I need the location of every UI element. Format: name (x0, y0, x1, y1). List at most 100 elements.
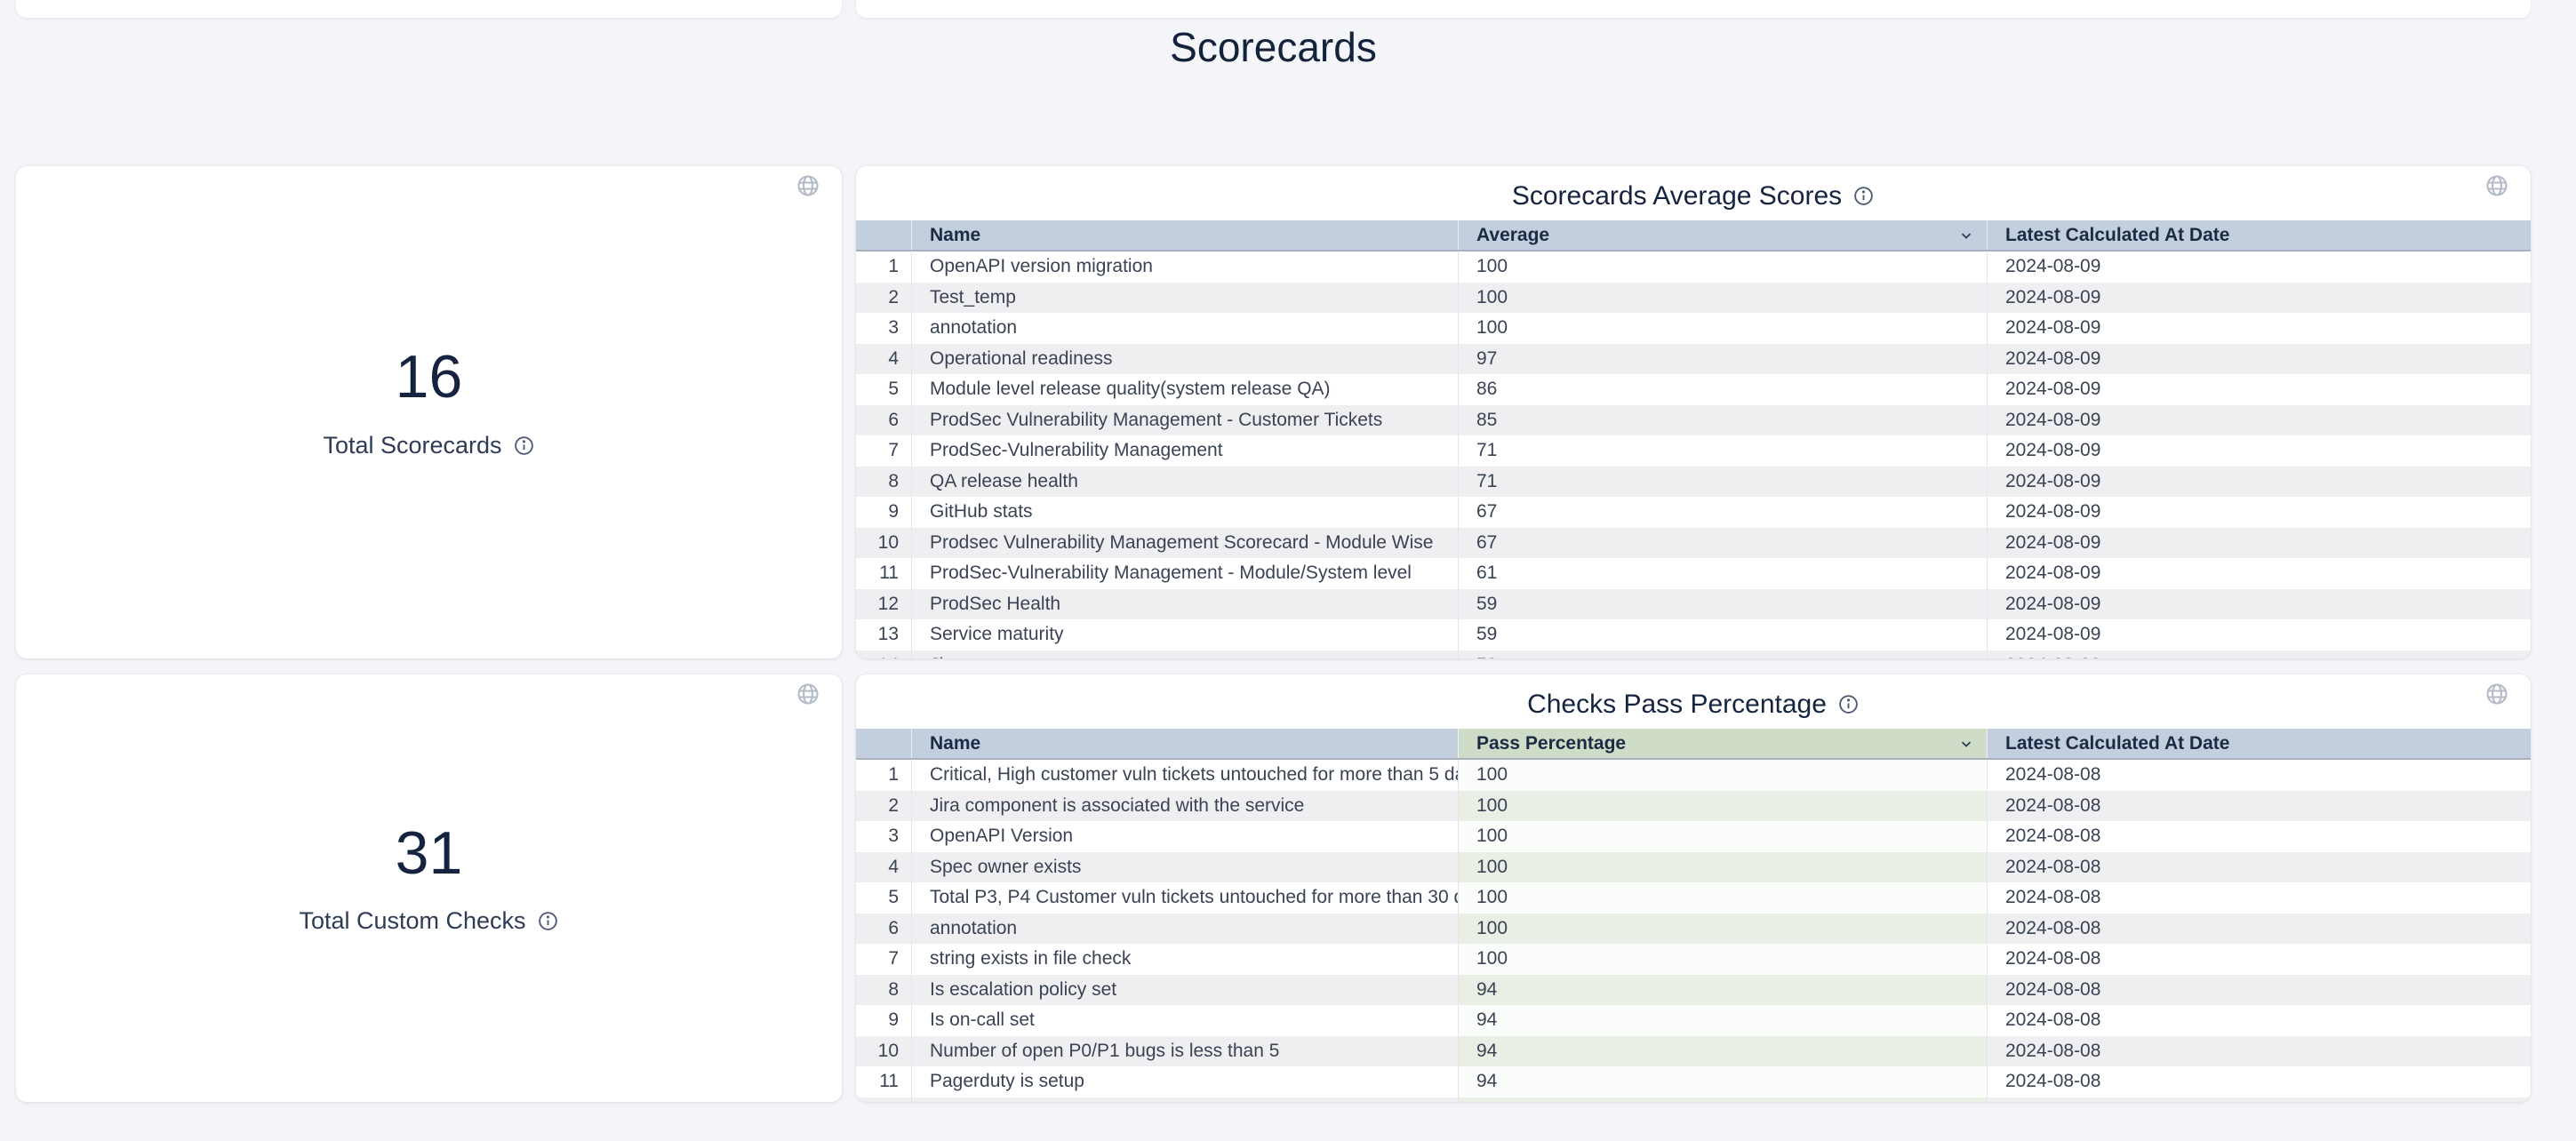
globe-icon[interactable] (796, 173, 820, 198)
column-header-average[interactable]: Average (1458, 220, 1987, 250)
table-row[interactable]: 9GitHub stats672024-08-09 (856, 497, 2531, 528)
cell-name: QA release health (911, 467, 1458, 498)
table-row[interactable]: 2Jira component is associated with the s… (856, 791, 2531, 822)
table-row[interactable]: 8Is escalation policy set942024-08-08 (856, 975, 2531, 1006)
table-header-row: Name Pass Percentage Latest Calculated A… (856, 729, 2531, 760)
column-header-index (856, 729, 911, 758)
cell-name: ProdSec-Vulnerability Management (911, 435, 1458, 467)
table-row[interactable]: 10Number of open P0/P1 bugs is less than… (856, 1036, 2531, 1067)
cell-name (911, 1097, 1458, 1103)
table-row[interactable]: 11ProdSec-Vulnerability Management - Mod… (856, 558, 2531, 589)
table-row[interactable]: 12ProdSec Health592024-08-09 (856, 589, 2531, 620)
cell-index: 7 (856, 435, 911, 467)
cell-date: 2024-08-08 (1987, 944, 2531, 975)
cell-date: 2024-08-09 (1987, 251, 2531, 283)
cell-name: Critical, High customer vuln tickets unt… (911, 760, 1458, 791)
info-icon[interactable] (1837, 693, 1860, 715)
cell-date: 2024-08-08 (1987, 791, 2531, 822)
table-row[interactable] (856, 1097, 2531, 1103)
table-row[interactable]: 8QA release health712024-08-09 (856, 467, 2531, 498)
cell-index: 1 (856, 760, 911, 791)
cell-name: string exists in file check (911, 944, 1458, 975)
column-header-pass-percentage[interactable]: Pass Percentage (1458, 729, 1987, 758)
cell-index: 7 (856, 944, 911, 975)
table-row[interactable]: 11Pagerduty is setup942024-08-08 (856, 1066, 2531, 1097)
table-row[interactable]: 5Total P3, P4 Customer vuln tickets unto… (856, 882, 2531, 914)
cell-value: 100 (1458, 313, 1987, 344)
cell-name: Pagerduty is setup (911, 1066, 1458, 1097)
cell-name: annotation (911, 914, 1458, 945)
table-body: 1Critical, High customer vuln tickets un… (856, 760, 2531, 1102)
table-row[interactable]: 9Is on-call set942024-08-08 (856, 1005, 2531, 1036)
cell-value: 100 (1458, 791, 1987, 822)
cell-date: 2024-08-09 (1987, 619, 2531, 650)
globe-icon[interactable] (2484, 682, 2509, 706)
cell-value: 100 (1458, 283, 1987, 314)
table-row[interactable]: 6ProdSec Vulnerability Management - Cust… (856, 405, 2531, 436)
globe-icon[interactable] (2484, 173, 2509, 198)
table-row[interactable]: 14Jira stats582024-08-09 (856, 650, 2531, 659)
table-row[interactable]: 6annotation1002024-08-08 (856, 914, 2531, 945)
table-row[interactable]: 13Service maturity592024-08-09 (856, 619, 2531, 650)
cell-name: Module level release quality(system rele… (911, 374, 1458, 405)
table-row[interactable]: 7ProdSec-Vulnerability Management712024-… (856, 435, 2531, 467)
cell-name: GitHub stats (911, 497, 1458, 528)
table-row[interactable]: 4Operational readiness972024-08-09 (856, 344, 2531, 375)
info-icon[interactable] (513, 435, 535, 457)
cell-name: Number of open P0/P1 bugs is less than 5 (911, 1036, 1458, 1067)
cell-index: 10 (856, 528, 911, 559)
cell-value: 59 (1458, 619, 1987, 650)
table-row[interactable]: 2Test_temp1002024-08-09 (856, 283, 2531, 314)
chevron-down-icon[interactable] (1958, 227, 1974, 243)
cell-index: 3 (856, 821, 911, 852)
cell-date: 2024-08-09 (1987, 435, 2531, 467)
cell-date: 2024-08-08 (1987, 882, 2531, 914)
table-row[interactable]: 5Module level release quality(system rel… (856, 374, 2531, 405)
info-icon[interactable] (1852, 185, 1875, 207)
globe-icon[interactable] (796, 682, 820, 706)
cell-value: 67 (1458, 528, 1987, 559)
cell-name: Is on-call set (911, 1005, 1458, 1036)
cell-value: 71 (1458, 467, 1987, 498)
table-row[interactable]: 1OpenAPI version migration1002024-08-09 (856, 251, 2531, 283)
table-row[interactable]: 4Spec owner exists1002024-08-08 (856, 852, 2531, 883)
cell-name: Is escalation policy set (911, 975, 1458, 1006)
cell-index: 6 (856, 405, 911, 436)
cell-date: 2024-08-08 (1987, 975, 2531, 1006)
column-header-latest-calculated[interactable]: Latest Calculated At Date (1987, 220, 2531, 250)
cell-value: 67 (1458, 497, 1987, 528)
total-scorecards-card: 16 Total Scorecards (16, 166, 842, 658)
cell-value: 71 (1458, 435, 1987, 467)
cell-index: 9 (856, 497, 911, 528)
cell-date: 2024-08-09 (1987, 374, 2531, 405)
checks-pass-percentage-card: Checks Pass Percentage Name Pass Percent… (856, 674, 2531, 1102)
cell-value: 94 (1458, 1066, 1987, 1097)
cell-date: 2024-08-09 (1987, 344, 2531, 375)
table-row[interactable]: 3OpenAPI Version1002024-08-08 (856, 821, 2531, 852)
column-header-index (856, 220, 911, 250)
chevron-down-icon[interactable] (1958, 736, 1974, 752)
cell-date: 2024-08-08 (1987, 1066, 2531, 1097)
cell-date: 2024-08-09 (1987, 650, 2531, 659)
table-row[interactable]: 3annotation1002024-08-09 (856, 313, 2531, 344)
cell-value: 59 (1458, 589, 1987, 620)
table-row[interactable]: 7string exists in file check1002024-08-0… (856, 944, 2531, 975)
column-header-name[interactable]: Name (911, 220, 1458, 250)
total-scorecards-value: 16 (396, 344, 463, 411)
cell-name: Test_temp (911, 283, 1458, 314)
cell-index: 11 (856, 558, 911, 589)
cell-date (1987, 1097, 2531, 1103)
info-icon[interactable] (537, 910, 559, 932)
cell-date: 2024-08-08 (1987, 821, 2531, 852)
cell-value: 94 (1458, 1005, 1987, 1036)
table-row[interactable]: 10Prodsec Vulnerability Management Score… (856, 528, 2531, 559)
column-header-name[interactable]: Name (911, 729, 1458, 758)
cell-date: 2024-08-08 (1987, 1005, 2531, 1036)
cell-index: 8 (856, 467, 911, 498)
cell-index: 3 (856, 313, 911, 344)
cell-name: ProdSec-Vulnerability Management - Modul… (911, 558, 1458, 589)
column-header-latest-calculated[interactable]: Latest Calculated At Date (1987, 729, 2531, 758)
cell-value: 100 (1458, 882, 1987, 914)
cell-date: 2024-08-09 (1987, 283, 2531, 314)
table-row[interactable]: 1Critical, High customer vuln tickets un… (856, 760, 2531, 791)
